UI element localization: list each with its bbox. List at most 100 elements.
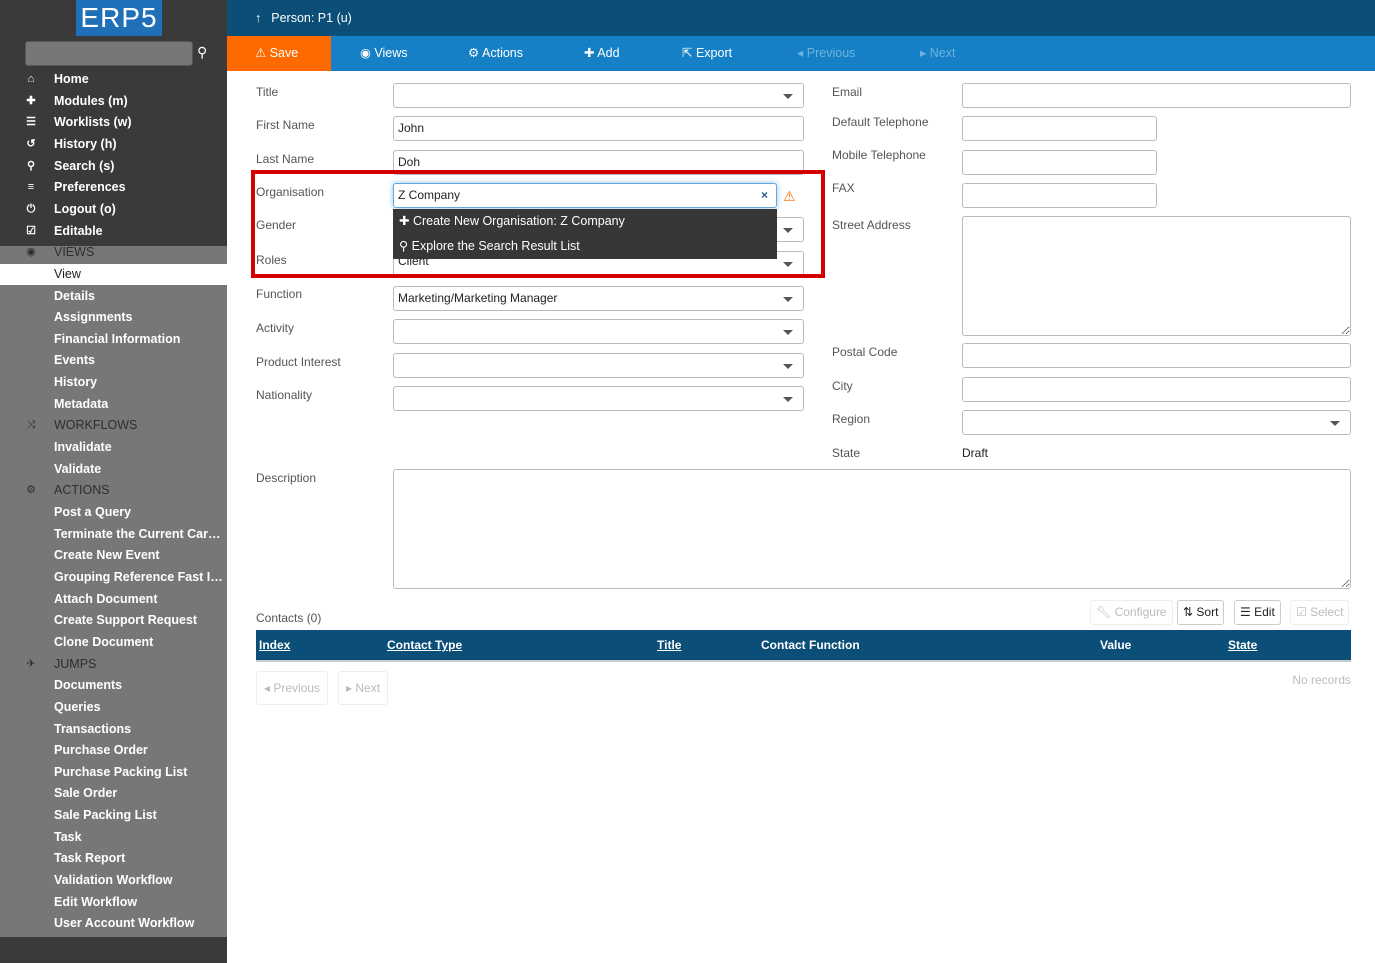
email-input[interactable] xyxy=(962,83,1351,108)
next-button[interactable]: ▸ Next xyxy=(920,36,955,71)
sidebar-item-label: Worklists (w) xyxy=(54,115,132,130)
sidebar-item-validate[interactable]: Validate xyxy=(0,459,227,481)
sidebar-item-logout-o[interactable]: ⏻ Logout (o) xyxy=(0,199,227,221)
save-button[interactable]: ⚠ Save xyxy=(227,36,331,71)
first-name-input[interactable]: John xyxy=(393,116,804,141)
organisation-value: Z Company xyxy=(398,188,461,202)
column-contact-type[interactable]: Contact Type xyxy=(387,630,462,661)
actions-button[interactable]: ⚙ Actions xyxy=(468,36,523,71)
sidebar-item-task-report[interactable]: Task Report xyxy=(0,848,227,870)
sidebar-item-view[interactable]: View xyxy=(0,263,227,286)
region-select[interactable] xyxy=(962,410,1351,435)
arrow-up-icon[interactable]: ↑ xyxy=(255,11,261,25)
sidebar-item-details[interactable]: Details xyxy=(0,286,227,308)
description-textarea[interactable] xyxy=(393,469,1351,589)
sort-button[interactable]: ⇅ Sort xyxy=(1177,600,1225,625)
column-state[interactable]: State xyxy=(1228,630,1257,661)
sidebar-item-events[interactable]: Events xyxy=(0,350,227,372)
nationality-select[interactable] xyxy=(393,386,804,411)
plus-icon: ✚ xyxy=(584,46,595,60)
default-telephone-input[interactable] xyxy=(962,116,1157,141)
edit-button[interactable]: ☰ Edit xyxy=(1234,600,1281,625)
fax-input[interactable] xyxy=(962,183,1157,208)
contacts-next-button[interactable]: ▸ Next xyxy=(338,671,389,705)
sidebar-item-post-a-query[interactable]: Post a Query xyxy=(0,502,227,524)
street-address-textarea[interactable] xyxy=(962,216,1351,336)
sidebar-item-label: Editable xyxy=(54,223,103,238)
search-icon[interactable]: ⚲ xyxy=(197,44,207,61)
state-label: State xyxy=(832,446,861,460)
sidebar-item-label: Edit Workflow xyxy=(54,894,138,909)
gears-icon: ⚙ xyxy=(26,484,36,497)
clear-icon[interactable]: × xyxy=(761,184,768,207)
sidebar-item-transactions[interactable]: Transactions xyxy=(0,719,227,741)
contacts-previous-button[interactable]: ◂ Previous xyxy=(256,671,329,705)
sidebar-item-history[interactable]: History xyxy=(0,372,227,394)
sidebar-item-search-s[interactable]: ⚲ Search (s) xyxy=(0,156,227,178)
erp5-logo[interactable]: ERP5 xyxy=(76,0,162,36)
sidebar-item-history-h[interactable]: ↺ History (h) xyxy=(0,134,227,156)
sidebar-item-purchase-order[interactable]: Purchase Order xyxy=(0,740,227,762)
sidebar-item-editable[interactable]: ☑ Editable xyxy=(0,221,227,243)
header-bar: ↑ Person: P1 (u) xyxy=(227,0,1375,36)
sidebar-item-label: Task Report xyxy=(54,851,126,866)
search-icon: ⚲ xyxy=(399,239,409,253)
plus-icon: ✚ xyxy=(399,214,410,228)
sidebar-item-create-new-event[interactable]: Create New Event xyxy=(0,545,227,567)
title-select[interactable] xyxy=(393,83,804,108)
function-select[interactable]: Marketing/Marketing Manager xyxy=(393,286,804,311)
sidebar-item-home[interactable]: ⌂ Home xyxy=(0,69,227,91)
sidebar-item-label: Attach Document xyxy=(54,591,158,606)
sidebar-item-attach-document[interactable]: Attach Document xyxy=(0,589,227,611)
sidebar-item-edit-workflow[interactable]: Edit Workflow xyxy=(0,892,227,914)
organisation-input[interactable]: Z Company × xyxy=(393,183,777,208)
sidebar-item-terminate-the-current-career[interactable]: Terminate the Current Career… xyxy=(0,524,227,546)
views-button[interactable]: ◉ Views xyxy=(360,36,408,71)
sidebar-item-worklists-w[interactable]: ☰ Worklists (w) xyxy=(0,112,227,134)
create-new-organisation-option[interactable]: ✚ Create New Organisation: Z Company xyxy=(393,209,777,234)
previous-button[interactable]: ◂ Previous xyxy=(797,36,855,71)
sidebar-item-clone-document[interactable]: Clone Document xyxy=(0,632,227,654)
sidebar-item-label: JUMPS xyxy=(54,656,97,671)
sidebar-item-modules-m[interactable]: ✚ Modules (m) xyxy=(0,91,227,113)
configure-button[interactable]: 🔧︎ Configure xyxy=(1090,600,1173,625)
mobile-telephone-input[interactable] xyxy=(962,150,1157,175)
sidebar-item-preferences[interactable]: ≡ Preferences xyxy=(0,177,227,199)
activity-select[interactable] xyxy=(393,319,804,344)
eye-icon: ◉ xyxy=(26,246,36,259)
first-name-label: First Name xyxy=(256,118,315,132)
add-button[interactable]: ✚ Add xyxy=(584,36,620,71)
sidebar-item-label: Create New Event xyxy=(54,548,160,563)
sidebar-item-create-support-request[interactable]: Create Support Request xyxy=(0,610,227,632)
sidebar-item-queries[interactable]: Queries xyxy=(0,697,227,719)
sidebar-item-validation-workflow[interactable]: Validation Workflow xyxy=(0,870,227,892)
select-label: Select xyxy=(1310,605,1344,619)
city-input[interactable] xyxy=(962,377,1351,402)
sidebar-item-grouping-reference-fast-input[interactable]: Grouping Reference Fast Input xyxy=(0,567,227,589)
sidebar-item-user-account-workflow[interactable]: User Account Workflow xyxy=(0,913,227,935)
sidebar-item-financial-information[interactable]: Financial Information xyxy=(0,329,227,351)
sidebar-item-label: Task xyxy=(54,829,82,844)
sidebar-item-label: Metadata xyxy=(54,396,109,411)
sidebar-item-task[interactable]: Task xyxy=(0,827,227,849)
sidebar-item-purchase-packing-list[interactable]: Purchase Packing List xyxy=(0,762,227,784)
sidebar-item-assignments[interactable]: Assignments xyxy=(0,307,227,329)
last-name-input[interactable]: Doh xyxy=(393,150,804,175)
export-label: Export xyxy=(695,46,733,60)
sidebar-item-invalidate[interactable]: Invalidate xyxy=(0,437,227,459)
product-interest-select[interactable] xyxy=(393,353,804,378)
gears-icon: ⚙ xyxy=(468,46,480,60)
sidebar-item-sale-packing-list[interactable]: Sale Packing List xyxy=(0,805,227,827)
no-records-text: No records xyxy=(1292,673,1351,687)
postal-code-input[interactable] xyxy=(962,343,1351,368)
column-title[interactable]: Title xyxy=(657,630,681,661)
sidebar-item-documents[interactable]: Documents xyxy=(0,675,227,697)
sidebar-search-input[interactable] xyxy=(25,41,193,66)
page-title[interactable]: Person: P1 (u) xyxy=(271,11,352,25)
sidebar-item-sale-order[interactable]: Sale Order xyxy=(0,783,227,805)
export-button[interactable]: ⇱ Export xyxy=(682,36,732,71)
sidebar-item-metadata[interactable]: Metadata xyxy=(0,394,227,416)
column-index[interactable]: Index xyxy=(259,630,290,661)
explore-search-results-option[interactable]: ⚲ Explore the Search Result List xyxy=(393,234,777,259)
select-button[interactable]: ☑ Select xyxy=(1290,600,1350,625)
